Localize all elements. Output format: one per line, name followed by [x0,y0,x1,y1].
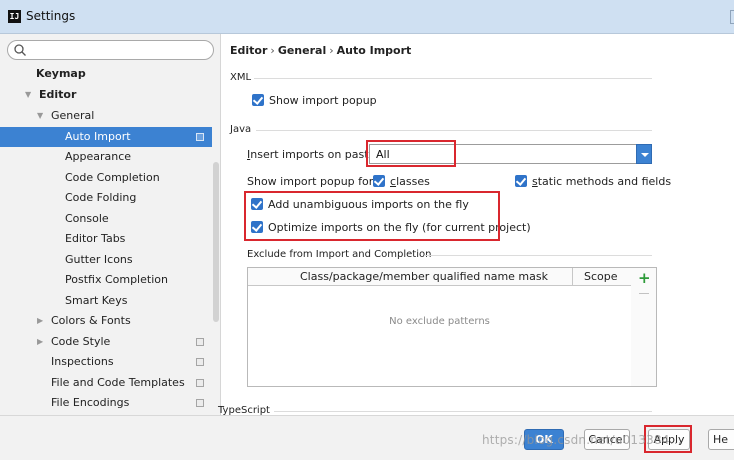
settings-sidebar: Keymap ▼ Editor ▼ General Auto Import Ap… [0,34,221,415]
window-edge [730,10,734,24]
sidebar-item-general[interactable]: ▼ General [0,106,212,126]
static-methods-checkbox[interactable]: static methods and fields [515,175,671,188]
sidebar-item-code-folding[interactable]: Code Folding [0,188,212,208]
breadcrumb-general: General [277,44,327,57]
section-divider [424,255,652,256]
sidebar-item-label: File and Code Templates [51,376,185,389]
sidebar-item-inspections[interactable]: Inspections [0,352,212,372]
sidebar-item-code-style[interactable]: ▶ Code Style [0,332,212,352]
dialog-button-bar: OK Cancel Apply He https://blog.csdn.net… [0,415,734,460]
sidebar-item-label: Gutter Icons [65,253,133,266]
sidebar-item-label: Appearance [65,150,132,163]
breadcrumb-separator: › [329,44,334,57]
checkbox-label: Show import popup [269,94,377,107]
highlight-box-insert-imports [366,140,456,167]
title-area: IJ Settings [0,0,730,34]
collapsed-triangle-icon[interactable]: ▶ [37,311,47,331]
sidebar-item-smart-keys[interactable]: Smart Keys [0,291,212,311]
exclude-table[interactable]: Class/package/member qualified name mask… [247,267,632,387]
sidebar-scrollbar[interactable] [213,162,219,322]
sidebar-item-postfix-completion[interactable]: Postfix Completion [0,270,212,290]
project-scope-icon [196,399,204,407]
project-scope-icon [196,379,204,387]
sidebar-item-label: General [51,109,95,122]
auto-import-panel: Editor › General › Auto Import XML Show impo… [218,34,734,416]
expand-triangle-icon[interactable]: ▼ [25,85,35,105]
sidebar-item-label: Console [65,212,109,225]
expand-triangle-icon[interactable]: ▼ [37,106,47,126]
sidebar-item-console[interactable]: Console [0,209,212,229]
java-section-title: Java [230,124,252,135]
checkbox-checked-icon[interactable] [515,175,527,187]
label-text: nsert imports on paste: [250,148,380,161]
sidebar-item-keymap[interactable]: Keymap [0,64,212,84]
sidebar-item-label: Code Completion [65,171,160,184]
remove-pattern-minus-icon[interactable] [639,293,649,294]
section-divider [274,411,652,412]
collapsed-triangle-icon[interactable]: ▶ [37,332,47,352]
sidebar-item-label: Auto Import [65,130,131,143]
project-scope-icon [196,133,204,141]
sidebar-item-label: Code Folding [65,191,137,204]
sidebar-item-appearance[interactable]: Appearance [0,147,212,167]
sidebar-item-label: Colors & Fonts [51,314,131,327]
sidebar-item-auto-import[interactable]: Auto Import [0,127,212,147]
sidebar-item-editor[interactable]: ▼ Editor [0,85,212,105]
help-button[interactable]: He [708,429,734,450]
show-import-popup-checkbox[interactable]: Show import popup [252,94,377,107]
table-toolbar: + [631,267,657,387]
sidebar-item-label: Postfix Completion [65,273,168,286]
add-pattern-plus-icon[interactable]: + [638,270,651,286]
table-header: Class/package/member qualified name mask… [248,268,631,286]
label-text: tatic methods and fields [537,175,672,188]
search-input[interactable] [7,40,214,60]
section-divider [254,78,652,79]
intellij-app-icon: IJ [8,10,21,23]
chevron-down-icon[interactable] [636,144,652,164]
sidebar-item-label: Editor [39,88,77,101]
sidebar-item-editor-tabs[interactable]: Editor Tabs [0,229,212,249]
sidebar-item-label: Keymap [36,67,86,80]
window-title: Settings [26,9,76,23]
sidebar-item-label: Editor Tabs [65,232,126,245]
column-header-mask[interactable]: Class/package/member qualified name mask [300,270,548,283]
watermark-text: https://blog.csdn.net/u013384… [482,433,682,447]
sidebar-item-colors-fonts[interactable]: ▶ Colors & Fonts [0,311,212,331]
checkbox-checked-icon[interactable] [252,94,264,106]
search-icon [14,44,26,56]
column-divider [572,268,573,286]
project-scope-icon [196,338,204,346]
xml-section-title: XML [230,72,252,83]
title-bar: IJ Settings [0,0,734,34]
sidebar-item-file-code-templates[interactable]: File and Code Templates [0,373,212,393]
sidebar-item-code-completion[interactable]: Code Completion [0,168,212,188]
sidebar-item-label: File Encodings [51,396,130,409]
show-popup-for-label: Show import popup for: [247,175,377,188]
exclude-section-title: Exclude from Import and Completion [247,249,432,260]
sidebar-item-label: Smart Keys [65,294,128,307]
highlight-box-on-the-fly [244,191,500,241]
column-header-scope[interactable]: Scope [584,270,618,283]
breadcrumb: Editor › General › Auto Import [230,44,411,57]
insert-imports-label: Insert imports on paste: [247,148,379,161]
sidebar-item-label: Code Style [51,335,111,348]
section-divider [256,130,652,131]
checkbox-checked-icon[interactable] [373,175,385,187]
breadcrumb-editor: Editor [230,44,268,57]
sidebar-item-file-encodings[interactable]: File Encodings [0,393,212,413]
empty-table-text: No exclude patterns [389,316,490,327]
project-scope-icon [196,358,204,366]
breadcrumb-separator: › [270,44,275,57]
sidebar-item-gutter-icons[interactable]: Gutter Icons [0,250,212,270]
sidebar-item-label: Inspections [51,355,114,368]
label-text: lasses [396,175,430,188]
classes-checkbox[interactable]: classes [373,175,430,188]
breadcrumb-auto-import: Auto Import [336,44,412,57]
